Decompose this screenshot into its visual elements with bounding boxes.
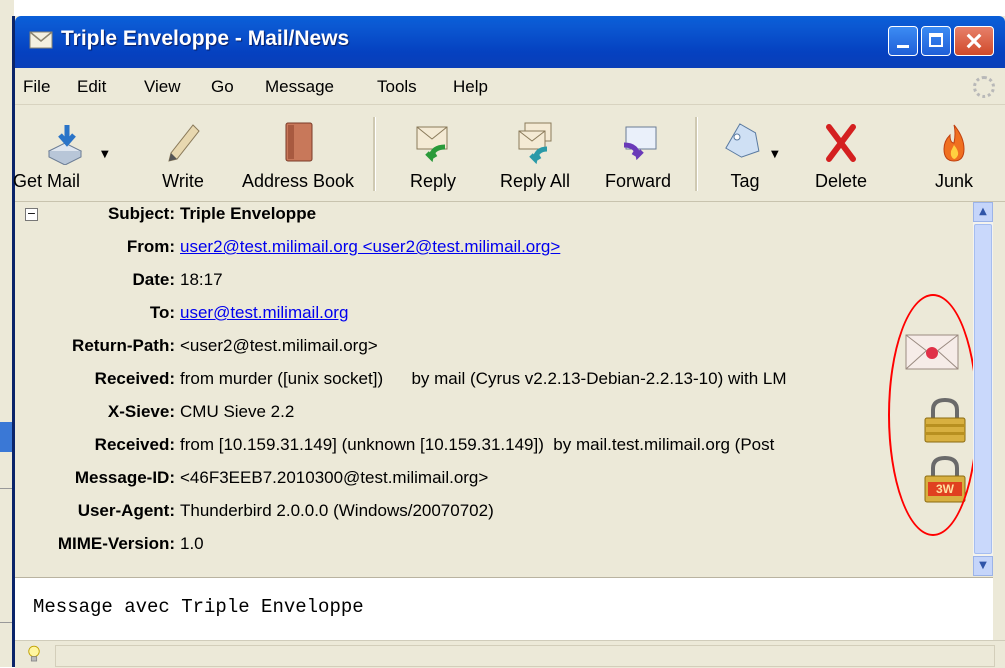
delete-icon bbox=[826, 124, 856, 162]
header-key: To: bbox=[149, 303, 175, 322]
envelope-icon bbox=[29, 31, 53, 49]
toolbar-separator bbox=[695, 117, 698, 191]
header-key: Subject: bbox=[107, 204, 175, 223]
header-key: Received: bbox=[94, 369, 175, 388]
scrollbar-thumb[interactable] bbox=[974, 224, 992, 554]
window-title: Triple Enveloppe - Mail/News bbox=[61, 27, 350, 50]
junk-button[interactable]: Junk bbox=[919, 105, 989, 201]
pencil-icon bbox=[168, 124, 200, 162]
reply-label: Reply bbox=[409, 171, 457, 191]
message-body-pane[interactable]: Message avec Triple Enveloppe bbox=[15, 577, 993, 640]
minimize-icon bbox=[897, 45, 909, 48]
get-mail-button[interactable]: Get Mail ▼ bbox=[13, 105, 115, 201]
message-body-text: Message avec Triple Enveloppe bbox=[33, 596, 364, 618]
reply-button[interactable]: Reply bbox=[395, 105, 471, 201]
header-key: MIME-Version: bbox=[57, 534, 175, 553]
lightbulb-icon bbox=[28, 645, 40, 662]
forward-icon bbox=[623, 126, 657, 161]
status-bar bbox=[15, 640, 1005, 668]
menu-message[interactable]: Message bbox=[265, 77, 334, 97]
header-value: Triple Enveloppe bbox=[180, 204, 317, 223]
junk-icon bbox=[943, 124, 965, 162]
chevron-down-icon: ▼ bbox=[771, 149, 779, 160]
reply-all-icon bbox=[518, 122, 552, 165]
forward-label: Forward bbox=[604, 171, 671, 191]
header-received: Received: from murder ([unix socket]) by… bbox=[15, 369, 907, 397]
menu-bar: File Edit View Go Message Tools Help bbox=[15, 68, 1005, 105]
header-value: 18:17 bbox=[180, 270, 223, 289]
get-mail-label: Get Mail bbox=[13, 171, 81, 191]
header-key: Message-ID: bbox=[74, 468, 175, 487]
menu-file[interactable]: File bbox=[23, 77, 50, 97]
minimize-button[interactable] bbox=[888, 26, 918, 56]
toolbar: Get Mail ▼ Write Address Book Reply Repl… bbox=[13, 105, 1005, 202]
header-value: from murder ([unix socket]) by mail (Cyr… bbox=[180, 369, 787, 388]
activity-throbber-icon bbox=[973, 76, 995, 98]
reply-all-button[interactable]: Reply All bbox=[485, 105, 585, 201]
scroll-up-icon[interactable]: ▲ bbox=[973, 202, 993, 222]
message-headers-pane: − Subject: Triple Enveloppe From: user2@… bbox=[15, 202, 973, 576]
header-value: CMU Sieve 2.2 bbox=[180, 402, 295, 421]
highlight-annotation bbox=[888, 294, 978, 536]
reply-icon bbox=[416, 126, 448, 163]
header-value: Thunderbird 2.0.0.0 (Windows/20070702) bbox=[180, 501, 494, 520]
close-button[interactable] bbox=[954, 26, 994, 56]
header-received: Received: from [10.159.31.149] (unknown … bbox=[15, 435, 907, 463]
reply-all-label: Reply All bbox=[499, 171, 571, 191]
address-book-label: Address Book bbox=[241, 171, 355, 191]
from-link[interactable]: user2@test.milimail.org <user2@test.mili… bbox=[180, 237, 560, 257]
headers-scrollbar[interactable]: ▲ ▼ bbox=[973, 202, 993, 576]
delete-label: Delete bbox=[814, 171, 868, 191]
menu-view[interactable]: View bbox=[144, 77, 181, 97]
to-link[interactable]: user@test.milimail.org bbox=[180, 303, 348, 323]
junk-label: Junk bbox=[934, 171, 974, 191]
close-icon bbox=[966, 33, 982, 49]
write-label: Write bbox=[162, 171, 204, 191]
forward-button[interactable]: Forward bbox=[595, 105, 681, 201]
header-key: Return-Path: bbox=[72, 336, 175, 355]
header-value: <user2@test.milimail.org> bbox=[180, 336, 378, 355]
tag-icon bbox=[725, 123, 760, 158]
delete-button[interactable]: Delete bbox=[801, 105, 881, 201]
title-bar[interactable]: Triple Enveloppe - Mail/News bbox=[15, 16, 1005, 68]
header-value: from [10.159.31.149] (unknown [10.159.31… bbox=[180, 435, 775, 454]
menu-tools[interactable]: Tools bbox=[377, 77, 417, 97]
get-mail-icon bbox=[47, 125, 83, 165]
header-key: User-Agent: bbox=[77, 501, 175, 520]
address-book-button[interactable]: Address Book bbox=[233, 105, 363, 201]
header-value: 1.0 bbox=[180, 534, 204, 553]
maximize-button[interactable] bbox=[921, 26, 951, 56]
status-text-area bbox=[55, 645, 995, 667]
tag-button[interactable]: Tag ▼ bbox=[713, 105, 779, 201]
menu-go[interactable]: Go bbox=[211, 77, 234, 97]
scroll-down-icon[interactable]: ▼ bbox=[973, 556, 993, 576]
menu-edit[interactable]: Edit bbox=[77, 77, 106, 97]
header-key: Date: bbox=[132, 270, 175, 289]
chevron-down-icon: ▼ bbox=[101, 149, 109, 160]
address-book-icon bbox=[285, 122, 313, 162]
menu-help[interactable]: Help bbox=[453, 77, 488, 97]
header-value: <46F3EEB7.2010300@test.milimail.org> bbox=[180, 468, 489, 487]
toolbar-separator bbox=[373, 117, 376, 191]
header-key: From: bbox=[126, 237, 175, 256]
maximize-icon bbox=[929, 33, 943, 47]
mail-window: Triple Enveloppe - Mail/News File Edit V… bbox=[12, 16, 1005, 668]
tag-label: Tag bbox=[730, 171, 760, 191]
header-key: X-Sieve: bbox=[107, 402, 175, 421]
header-key: Received: bbox=[94, 435, 175, 454]
write-button[interactable]: Write bbox=[143, 105, 223, 201]
